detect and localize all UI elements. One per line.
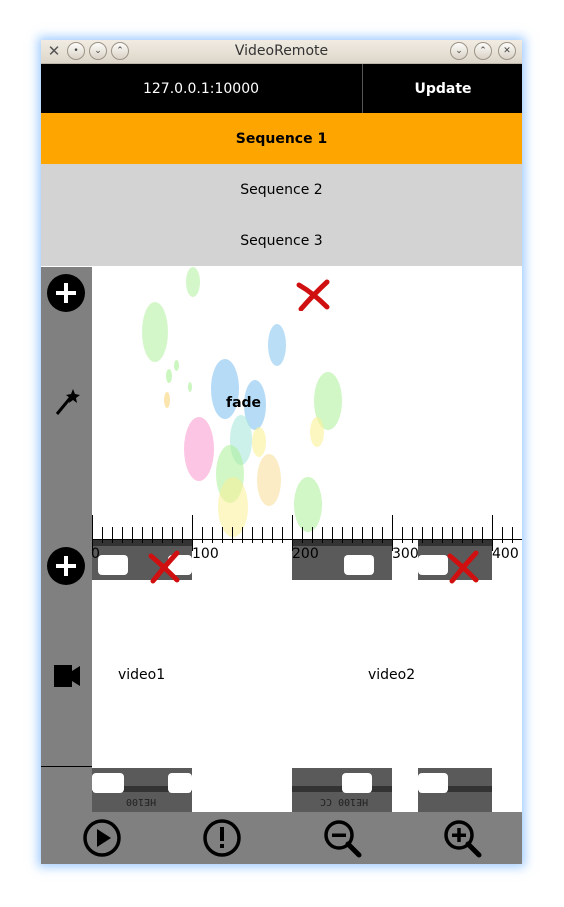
video-label-1: video1 bbox=[118, 667, 166, 683]
effects-track[interactable] bbox=[92, 267, 522, 537]
ruler-label-400: 400 bbox=[492, 546, 519, 562]
ruler-tick bbox=[492, 515, 493, 551]
ruler-tick bbox=[472, 527, 473, 543]
effect-label: fade bbox=[226, 395, 262, 411]
track-sidebar bbox=[41, 267, 92, 812]
ruler-tick bbox=[232, 527, 233, 543]
connection-bar: 127.0.0.1:10000 Update bbox=[41, 64, 522, 113]
ruler-tick bbox=[452, 527, 453, 543]
sequence-item-2[interactable]: Sequence 2 bbox=[41, 164, 522, 215]
bottom-toolbar bbox=[41, 812, 522, 864]
ruler-label-300: 300 bbox=[392, 546, 419, 562]
ruler-label-100: 100 bbox=[192, 546, 219, 562]
ruler-tick bbox=[222, 527, 223, 543]
ruler-tick bbox=[362, 527, 363, 543]
title-bar: ✕ • ⌄ ⌃ VideoRemote ⌄ ⌃ ✕ bbox=[41, 40, 522, 64]
ruler-tick bbox=[92, 515, 93, 551]
ruler-label-200: 200 bbox=[292, 546, 319, 562]
ruler-tick bbox=[512, 527, 513, 543]
ruler-tick bbox=[422, 527, 423, 543]
ruler-tick bbox=[392, 515, 393, 551]
ruler-tick bbox=[352, 527, 353, 543]
ruler-tick bbox=[202, 527, 203, 543]
add-effect-icon[interactable] bbox=[46, 273, 86, 313]
ruler-tick bbox=[442, 527, 443, 543]
ruler-tick bbox=[372, 527, 373, 543]
ruler-tick bbox=[272, 527, 273, 543]
alert-icon[interactable] bbox=[202, 818, 242, 858]
ruler-tick bbox=[102, 527, 103, 543]
close-button[interactable]: ✕ bbox=[498, 42, 516, 60]
ruler-tick bbox=[132, 527, 133, 543]
zoom-out-icon[interactable] bbox=[322, 818, 362, 858]
ruler-tick bbox=[182, 527, 183, 543]
minimize-button[interactable]: ⌄ bbox=[450, 42, 468, 60]
ruler-tick bbox=[212, 527, 213, 543]
maximize-button[interactable]: ⌃ bbox=[474, 42, 492, 60]
video-label-2: video2 bbox=[368, 667, 416, 683]
ruler-tick bbox=[432, 527, 433, 543]
ruler-tick bbox=[142, 527, 143, 543]
zoom-in-icon[interactable] bbox=[442, 818, 482, 858]
ruler-tick bbox=[262, 527, 263, 543]
magic-wand-icon[interactable] bbox=[54, 387, 80, 417]
sequence-item-1[interactable]: Sequence 1 bbox=[41, 113, 522, 164]
ruler-tick bbox=[302, 527, 303, 543]
address-field[interactable]: 127.0.0.1:10000 bbox=[41, 64, 361, 113]
add-video-icon[interactable] bbox=[46, 546, 86, 586]
video-track[interactable]: HE100 HE100 CC video1 video2 bbox=[92, 540, 522, 812]
app-window: ✕ • ⌄ ⌃ VideoRemote ⌄ ⌃ ✕ 127.0.0.1:1000… bbox=[41, 40, 522, 864]
ruler-tick bbox=[172, 527, 173, 543]
sequence-item-3[interactable]: Sequence 3 bbox=[41, 215, 522, 266]
ruler-tick bbox=[112, 527, 113, 543]
play-icon[interactable] bbox=[82, 818, 122, 858]
ruler-tick bbox=[242, 527, 243, 543]
ruler-tick bbox=[192, 515, 193, 551]
ruler-tick bbox=[382, 527, 383, 543]
delete-video-2-icon[interactable] bbox=[446, 550, 480, 584]
update-button[interactable]: Update bbox=[362, 64, 522, 113]
ruler-tick bbox=[462, 527, 463, 543]
ruler-tick bbox=[342, 527, 343, 543]
ruler-tick bbox=[322, 527, 323, 543]
ruler-tick bbox=[402, 527, 403, 543]
ruler-tick bbox=[122, 527, 123, 543]
ruler-tick bbox=[412, 527, 413, 543]
ruler-tick bbox=[252, 527, 253, 543]
track-divider bbox=[41, 766, 92, 767]
ruler-tick bbox=[282, 527, 283, 543]
video-camera-icon bbox=[54, 665, 80, 687]
timeline-ruler[interactable]: 0 100 200 300 400 bbox=[91, 515, 522, 562]
delete-effect-icon[interactable] bbox=[295, 279, 331, 311]
ruler-tick bbox=[332, 527, 333, 543]
ruler-tick bbox=[312, 527, 313, 543]
ruler-tick bbox=[162, 527, 163, 543]
ruler-tick bbox=[502, 527, 503, 543]
ruler-tick bbox=[482, 527, 483, 543]
ruler-tick bbox=[152, 527, 153, 543]
ruler-tick bbox=[292, 515, 293, 551]
delete-video-1-icon[interactable] bbox=[147, 550, 181, 584]
